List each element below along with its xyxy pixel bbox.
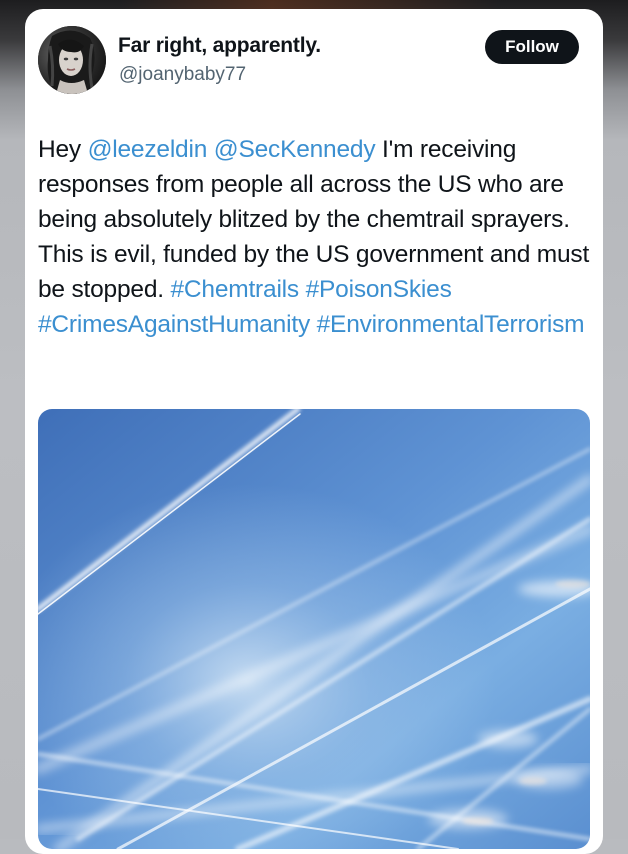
tweet-text: Hey @leezeldin @SecKennedy I'm receiving… bbox=[38, 132, 594, 342]
mention-seckennedy[interactable]: @SecKennedy bbox=[214, 136, 376, 163]
author-display-name[interactable]: Far right, apparently. bbox=[118, 34, 321, 58]
author-handle[interactable]: @joanybaby77 bbox=[119, 64, 246, 86]
avatar[interactable] bbox=[38, 26, 106, 94]
hashtag-environmentalterrorism[interactable]: #EnvironmentalTerrorism bbox=[317, 311, 585, 338]
follow-button[interactable]: Follow bbox=[485, 30, 579, 64]
tweet-text-intro: Hey bbox=[38, 136, 88, 163]
mention-leezeldin[interactable]: @leezeldin bbox=[88, 136, 208, 163]
hashtag-poisonskies[interactable]: #PoisonSkies bbox=[306, 276, 452, 303]
sky-contrails-photo-icon bbox=[38, 409, 590, 849]
hashtag-chemtrails[interactable]: #Chemtrails bbox=[170, 276, 299, 303]
tweet-media-image[interactable] bbox=[38, 409, 590, 849]
hashtag-crimesagainsthumanity[interactable]: #CrimesAgainstHumanity bbox=[38, 311, 310, 338]
tweet-card: Far right, apparently. @joanybaby77 Foll… bbox=[25, 9, 603, 854]
avatar-photo-icon bbox=[38, 26, 106, 94]
